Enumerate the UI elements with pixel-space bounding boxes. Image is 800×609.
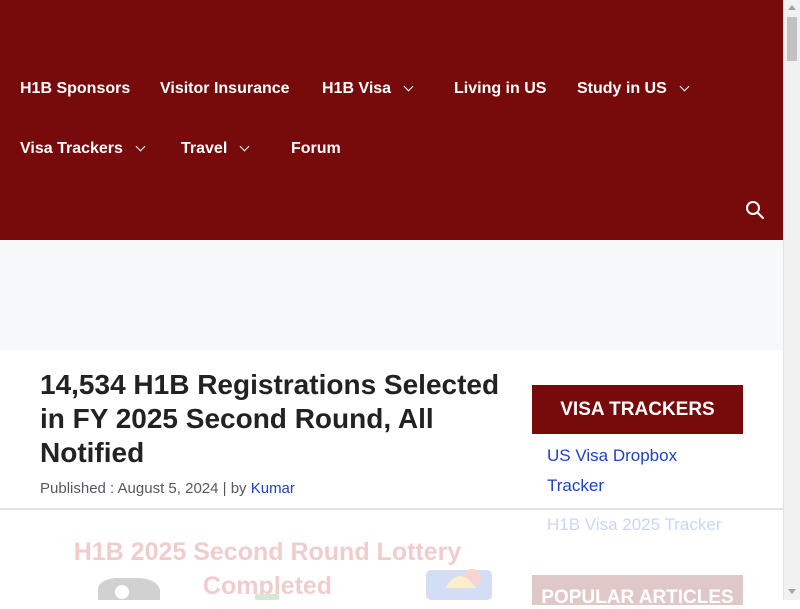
- nav-item-h1b-sponsors[interactable]: H1B Sponsors: [20, 80, 130, 98]
- nav-label: Visitor Insurance: [160, 80, 290, 97]
- author-link[interactable]: Kumar: [251, 480, 295, 497]
- nav-item-living-in-us[interactable]: Living in US: [454, 80, 546, 98]
- nav-label: H1B Sponsors: [20, 80, 131, 97]
- site-header: H1B Sponsors Visitor Insurance H1B Visa …: [0, 0, 783, 240]
- nav-label: Study in US: [577, 80, 667, 97]
- ad-banner-area: [0, 240, 783, 350]
- scroll-down-icon[interactable]: [788, 589, 796, 594]
- nav-item-study-in-us[interactable]: Study in US: [577, 80, 690, 98]
- nav-item-travel[interactable]: Travel: [181, 140, 250, 158]
- chevron-down-icon[interactable]: [403, 81, 414, 91]
- featured-image: H1B 2025 Second Round Lottery Completed: [40, 530, 495, 600]
- article-meta: Published : August 5, 2024 | by Kumar: [40, 480, 295, 497]
- vertical-scrollbar[interactable]: [783, 0, 800, 600]
- featured-image-art: [98, 569, 492, 600]
- article-title: 14,534 H1B Registrations Selected in FY …: [40, 369, 500, 468]
- scroll-up-icon[interactable]: [788, 5, 796, 10]
- nav-label: Travel: [181, 140, 228, 157]
- nav-item-forum[interactable]: Forum: [291, 140, 341, 158]
- popular-articles-title: POPULAR ARTICLES: [532, 575, 743, 608]
- nav-label: Visa Trackers: [20, 140, 123, 157]
- sidebar-link-h1b-visa-tracker[interactable]: H1B Visa 2025 Tracker: [547, 510, 737, 540]
- sidebar-link-us-visa-dropbox[interactable]: US Visa Dropbox Tracker: [547, 441, 727, 501]
- chevron-down-icon[interactable]: [135, 141, 146, 151]
- widget-title: VISA TRACKERS: [532, 385, 743, 434]
- nav-label: Living in US: [454, 80, 547, 97]
- nav-label: H1B Visa: [322, 80, 392, 97]
- search-icon[interactable]: [744, 199, 766, 221]
- nav-item-h1b-visa[interactable]: H1B Visa: [322, 80, 414, 98]
- chevron-down-icon[interactable]: [239, 141, 250, 151]
- nav-item-visitor-insurance[interactable]: Visitor Insurance: [160, 80, 290, 98]
- nav-item-visa-trackers[interactable]: Visa Trackers: [20, 140, 146, 158]
- nav-label: Forum: [291, 140, 341, 157]
- chevron-down-icon[interactable]: [679, 81, 690, 91]
- published-date: Published : August 5, 2024 | by: [40, 480, 251, 497]
- scroll-thumb[interactable]: [787, 17, 797, 61]
